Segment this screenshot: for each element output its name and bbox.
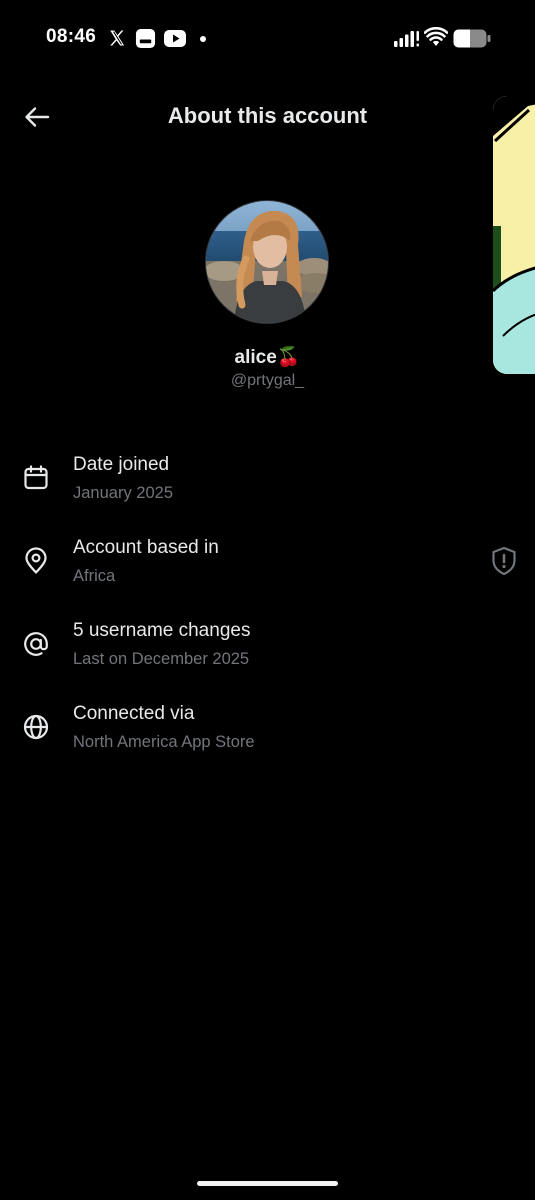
row-title: Date joined: [73, 454, 170, 475]
page-title: About this account: [167, 103, 368, 128]
at-sign-icon: [24, 632, 48, 656]
signal-icon: [394, 31, 419, 47]
row-subtitle: January 2025: [73, 484, 173, 502]
calendar-icon: [24, 465, 48, 490]
home-indicator[interactable]: [197, 1181, 338, 1186]
row-username-changes[interactable]: 5 username changes Last on December 2025: [0, 620, 535, 690]
status-time: 08:46: [46, 26, 97, 47]
avatar-photo: [206, 201, 328, 323]
username-handle: @prtygal_: [230, 372, 305, 389]
peek-card-image[interactable]: [493, 96, 535, 374]
row-subtitle: North America App Store: [73, 733, 255, 751]
row-title: Connected via: [73, 703, 195, 724]
x-logo-icon: [110, 30, 125, 46]
youtube-icon: [164, 30, 186, 47]
globe-icon: [23, 714, 49, 740]
row-connected-via[interactable]: Connected via North America App Store: [0, 703, 535, 773]
wifi-icon: [424, 27, 448, 46]
row-account-based-in[interactable]: Account based in Africa: [0, 537, 535, 607]
row-title: 5 username changes: [73, 620, 251, 641]
messaging-app-icon: [135, 28, 156, 49]
row-subtitle: Africa: [73, 567, 116, 585]
battery-icon: [453, 29, 491, 48]
row-title: Account based in: [73, 537, 219, 558]
display-name: alice🍒: [234, 347, 301, 368]
row-subtitle: Last on December 2025: [73, 650, 250, 668]
shield-alert-icon[interactable]: [490, 546, 518, 576]
profile-avatar[interactable]: [205, 200, 329, 324]
location-pin-icon: [25, 547, 47, 574]
notification-dot: [200, 36, 206, 42]
row-date-joined[interactable]: Date joined January 2025: [0, 454, 535, 524]
status-bar: 08:46: [0, 0, 535, 78]
cartoon-image: [493, 96, 535, 374]
